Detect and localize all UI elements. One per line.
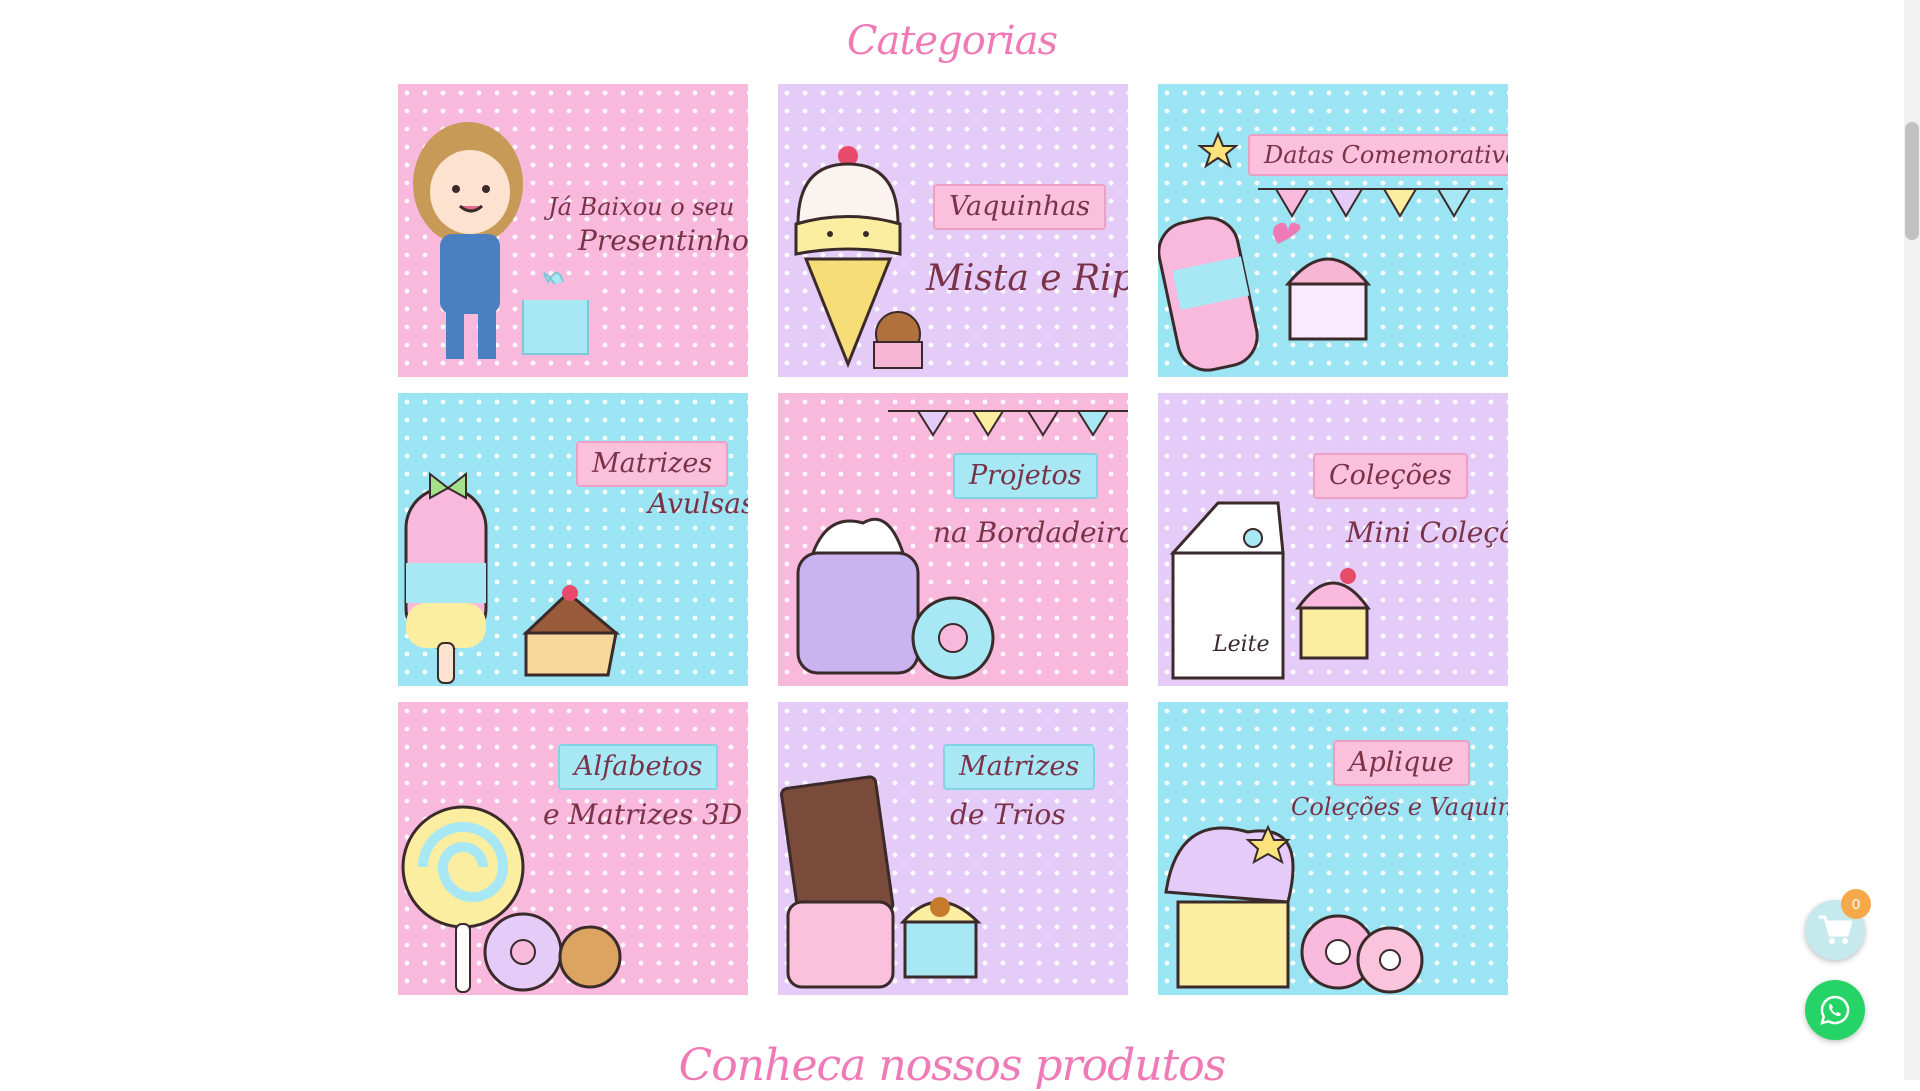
tile-label-line2: na Bordadeira [933,516,1128,549]
cart-icon [1819,915,1852,944]
category-tile-alfabetos[interactable]: Alfabetos e Matrizes 3D [398,702,748,995]
tile-label-boxed: Projetos [953,453,1098,499]
tile-label-boxed: Matrizes [576,441,729,487]
category-tile-trios[interactable]: Matrizes de Trios [778,702,1128,995]
whatsapp-button[interactable] [1805,980,1865,1040]
tile-label-boxed: Matrizes [943,744,1096,790]
tile-label-boxed: Alfabetos [558,744,719,790]
category-tile-vaquinhas[interactable]: Vaquinhas Mista e Riple [778,84,1128,377]
tile-label-line2: Presentinho ? [578,224,748,257]
products-title: Conheca nossos produtos [678,1040,1227,1091]
whatsapp-icon [1820,995,1850,1025]
category-tile-projetos[interactable]: Projetos na Bordadeira [778,393,1128,686]
popsicle-cake-illustration [404,471,621,684]
ice-cream-illustration [794,146,923,369]
page: Categorias Já Baixou o seu Presentinho ? [0,0,1904,1091]
category-tile-presentinho[interactable]: Já Baixou o seu Presentinho ? [398,84,748,377]
tile-label-line2: Coleções e Vaquinha [1291,793,1508,821]
category-tile-matrizes-avulsas[interactable]: Matrizes Avulsas [398,393,748,686]
tile-label-boxed: Coleções [1313,453,1468,499]
category-tile-datas[interactable]: Datas Comemorativas [1158,84,1508,377]
scrollbar-thumb[interactable] [1905,122,1919,240]
tile-label-line2: de Trios [950,798,1066,831]
categories-title: Categorias [846,18,1058,64]
leite-label: Leite [1212,632,1270,657]
cart-count-badge: 0 [1841,889,1871,919]
tile-label-boxed: Datas Comemorativas [1248,134,1508,177]
category-tile-colecoes[interactable]: Leite Coleções Mini Coleções [1158,393,1508,686]
tile-label-line2: Mini Coleções [1346,516,1508,549]
tile-label-line1: Já Baixou o seu [548,193,735,221]
tile-label-line2: Avulsas [648,487,748,520]
marshmallow-cupcake-illustration [1158,131,1503,372]
tile-label-boxed: Vaquinhas [933,184,1107,230]
tile-label-line2: Mista e Riple [926,258,1128,299]
tile-label-line2: e Matrizes 3D [543,798,743,831]
tile-label-boxed: Aplique [1333,740,1470,786]
category-tile-aplique[interactable]: Aplique Coleções e Vaquinha [1158,702,1508,995]
